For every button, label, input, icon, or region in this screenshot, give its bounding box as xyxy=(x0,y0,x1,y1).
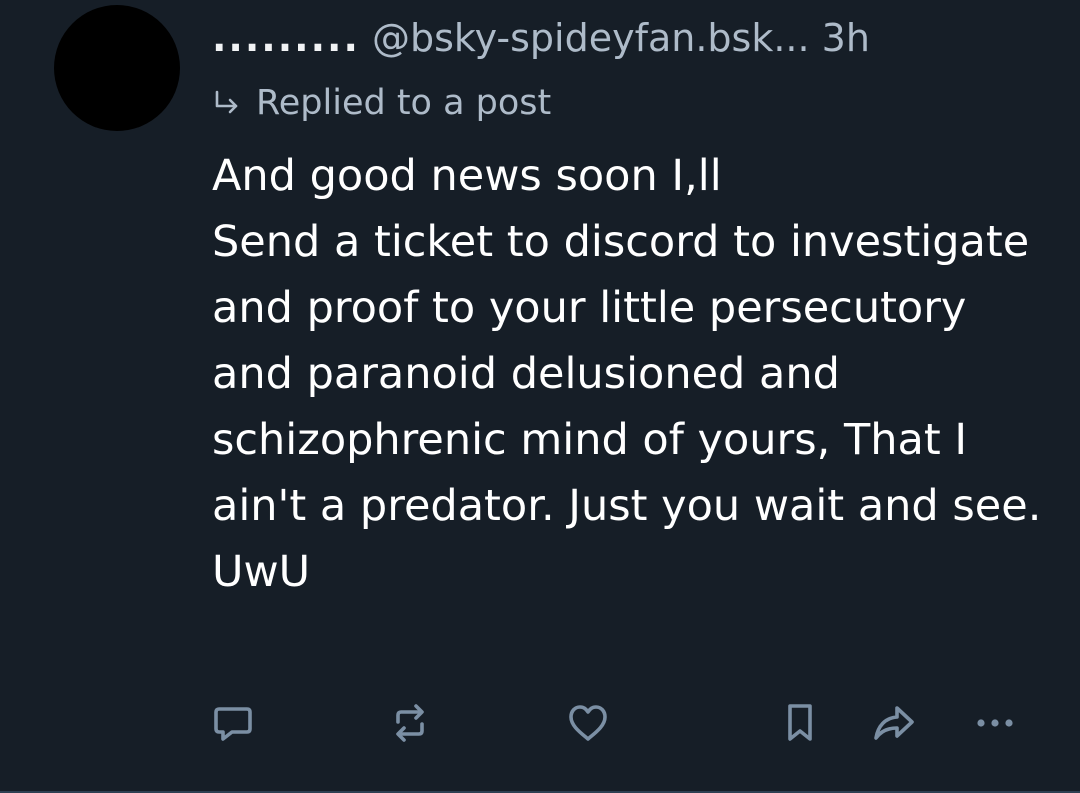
reply-arrow-icon xyxy=(212,88,242,118)
display-name[interactable]: ......... xyxy=(212,16,360,60)
more-icon xyxy=(972,700,1018,750)
like-button[interactable] xyxy=(558,695,618,755)
share-icon xyxy=(871,700,917,750)
post-text: And good news soon I,ll Send a ticket to… xyxy=(212,151,1042,597)
more-options-button[interactable] xyxy=(965,695,1025,755)
repost-button[interactable] xyxy=(380,695,440,755)
post-header: ......... @bsky-spideyfan.bsk... 3h xyxy=(212,10,1062,66)
action-bar xyxy=(0,695,1080,755)
repost-icon xyxy=(387,700,433,750)
handle[interactable]: @bsky-spideyfan.bsk... xyxy=(372,16,810,60)
bookmark-icon xyxy=(777,700,823,750)
bookmark-button[interactable] xyxy=(770,695,830,755)
like-icon xyxy=(565,700,611,750)
reply-context[interactable]: Replied to a post xyxy=(212,78,551,128)
share-button[interactable] xyxy=(864,695,924,755)
reply-label: Replied to a post xyxy=(256,83,552,123)
comment-icon xyxy=(210,700,256,750)
post-card[interactable]: ......... @bsky-spideyfan.bsk... 3h Repl… xyxy=(0,0,1080,793)
timestamp[interactable]: 3h xyxy=(822,16,870,60)
comment-button[interactable] xyxy=(203,695,263,755)
avatar[interactable] xyxy=(54,5,180,131)
